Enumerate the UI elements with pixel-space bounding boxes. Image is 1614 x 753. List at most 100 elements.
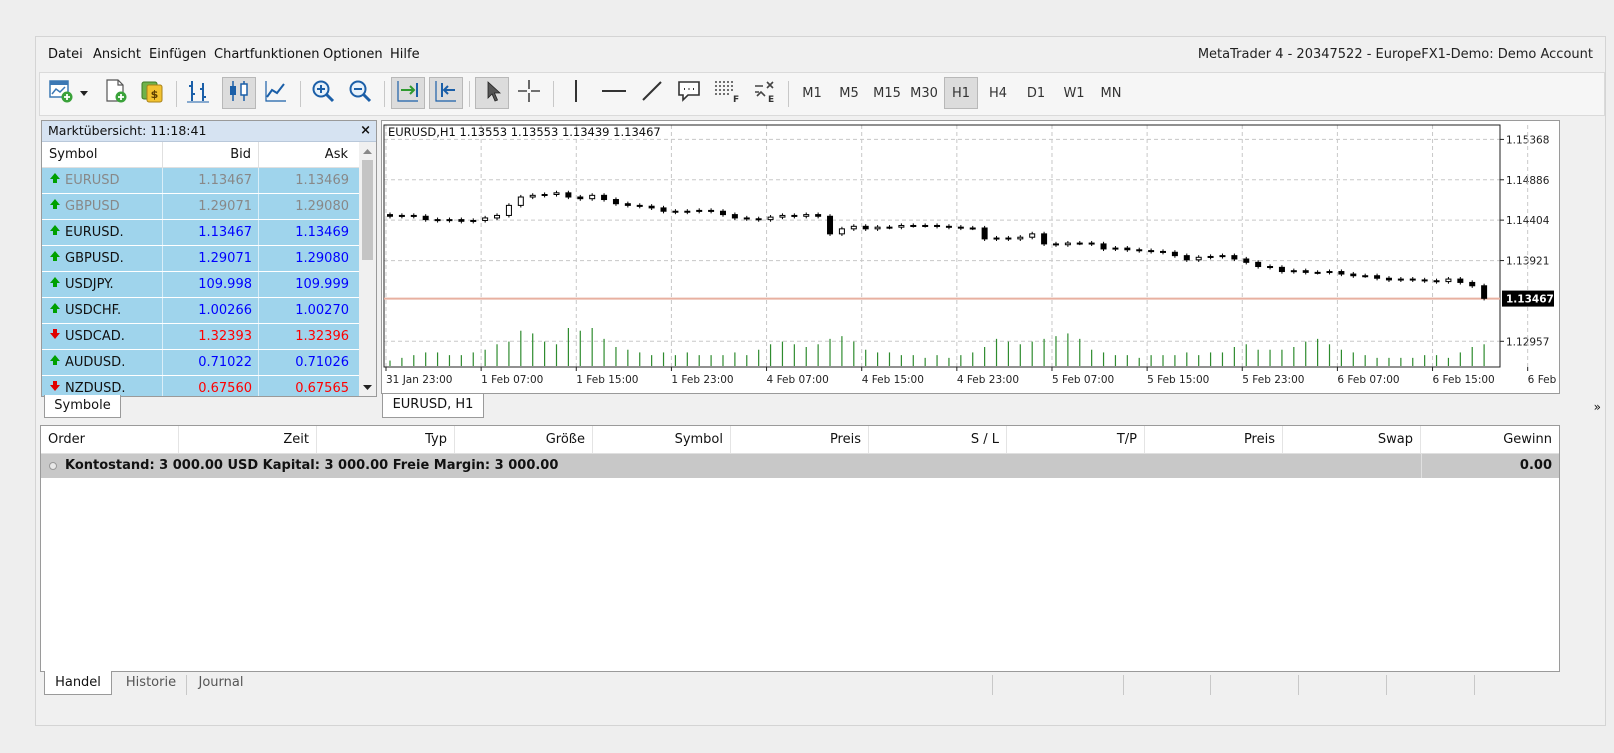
period-m5[interactable]: M5 [833,77,865,109]
col-tp[interactable]: T/P [1007,426,1145,453]
market-watch-row[interactable]: GBPUSD. 1.29071 1.29080 [42,246,376,272]
chart-window[interactable]: 1.15368 1.14886 1.14404 1.13921 1.12957 31 Ja… [381,120,1590,394]
candle [1064,242,1071,246]
menu-hilfe[interactable]: Hilfe [390,47,420,62]
auto-scroll-button[interactable] [391,77,425,109]
candle [827,215,834,235]
tab-symbole[interactable]: Symbole [44,395,121,418]
zoom-in-button[interactable] [308,77,338,109]
crosshair-button[interactable] [513,77,545,109]
symbol-cell: EURUSD. [42,220,163,245]
x-tick-label: 1 Feb 07:00 [481,374,543,386]
col-swap[interactable]: Swap [1283,426,1421,453]
menu-datei[interactable]: Datei [48,47,83,62]
trendline-button[interactable] [637,77,667,109]
period-h1[interactable]: H1 [944,77,978,109]
market-watch-row[interactable]: AUDUSD. 0.71022 0.71026 [42,350,376,376]
new-order-button[interactable] [101,77,131,109]
symbol-cell: AUDUSD. [42,350,163,375]
period-h4[interactable]: H4 [982,77,1014,109]
balance-row[interactable]: Kontostand: 3 000.00 USD Kapital: 3 000.… [41,454,1559,478]
candle [850,225,857,230]
vertical-line-icon [563,78,589,108]
candle [1171,251,1178,257]
more-tabs-icon[interactable]: » [1594,400,1601,414]
scroll-thumb[interactable] [362,160,373,260]
price-chart[interactable]: 1.153681.148861.144041.139211.1295731 Ja… [382,121,1590,393]
arrow-up-icon [49,350,61,375]
elliott-button[interactable]: E [749,77,779,109]
period-mn[interactable]: MN [1094,77,1128,109]
symbol-name: USDCAD. [65,329,125,344]
market-watch-button[interactable]: $ [137,77,167,109]
column-bid[interactable]: Bid [163,142,259,167]
menu-ansicht[interactable]: Ansicht [93,47,141,62]
column-symbol[interactable]: Symbol [42,142,163,167]
line-chart-button[interactable] [261,77,291,109]
new-chart-button[interactable] [46,77,76,109]
bar-chart-button[interactable] [183,77,213,109]
col-symbol[interactable]: Symbol [593,426,731,453]
toolbar: $ F E M1 M5 M15 M30 H1 H4 D1 W1 MN [39,72,1605,116]
scroll-down-icon[interactable] [359,380,376,394]
chart-shift-button[interactable] [429,77,463,109]
candlestick-button[interactable] [222,77,256,109]
candle [910,224,917,227]
menu-optionen[interactable]: Optionen [323,47,383,62]
market-watch-row[interactable]: NZDUSD. 0.67560 0.67565 [42,376,376,396]
market-watch-row[interactable]: GBPUSD 1.29071 1.29080 [42,194,376,220]
balance-profit: 0.00 [1421,454,1559,478]
tab-handel[interactable]: Handel [44,671,112,695]
candle [1088,242,1095,245]
candle [1278,266,1285,273]
tab-historie[interactable]: Historie [116,671,186,694]
menu-einfuegen[interactable]: Einfügen [149,47,206,62]
market-watch-row[interactable]: EURUSD. 1.13467 1.13469 [42,220,376,246]
tab-eurusd-h1[interactable]: EURUSD, H1 [382,394,484,418]
scroll-up-icon[interactable] [359,144,376,158]
candle [1302,270,1309,273]
bid-cell: 1.00266 [163,298,259,323]
vertical-line-button[interactable] [562,77,590,109]
text-label-button[interactable] [674,77,704,109]
candle [553,192,560,196]
tab-journal[interactable]: Journal [190,671,252,694]
fibonacci-button[interactable]: F [711,77,741,109]
close-icon[interactable]: × [360,121,371,141]
col-preis[interactable]: Preis [731,426,869,453]
col-gewinn[interactable]: Gewinn [1421,426,1559,453]
market-watch-row[interactable]: USDCHF. 1.00266 1.00270 [42,298,376,324]
x-tick-label: 1 Feb 15:00 [576,374,638,386]
x-tick-label: 4 Feb 15:00 [862,374,924,386]
candle [922,224,929,227]
ask-cell: 0.71026 [295,355,349,370]
col-zeit[interactable]: Zeit [179,426,317,453]
symbol-cell: NZDUSD. [42,376,163,396]
market-watch-scrollbar[interactable] [359,142,376,396]
col-sl[interactable]: S / L [869,426,1007,453]
horizontal-line-button[interactable] [598,77,630,109]
menu-chartfunktionen[interactable]: Chartfunktionen [214,47,319,62]
col-order[interactable]: Order [41,426,179,453]
zoom-out-button[interactable] [345,77,375,109]
new-chart-dropdown[interactable] [77,77,91,109]
cursor-button[interactable] [475,77,509,109]
market-watch-row[interactable]: USDJPY. 109.998 109.999 [42,272,376,298]
x-tick-label: 6 Feb 07:00 [1337,374,1399,386]
cursor-icon [479,78,505,108]
column-ask[interactable]: Ask [259,142,355,167]
col-groesse[interactable]: Größe [455,426,593,453]
period-m1[interactable]: M1 [796,77,828,109]
candle [482,217,489,221]
col-typ[interactable]: Typ [317,426,455,453]
period-d1[interactable]: D1 [1020,77,1052,109]
svg-text:$: $ [151,88,159,101]
market-watch-row[interactable]: EURUSD 1.13467 1.13469 [42,168,376,194]
period-w1[interactable]: W1 [1058,77,1090,109]
period-m30[interactable]: M30 [906,77,942,109]
market-watch-row[interactable]: USDCAD. 1.32393 1.32396 [42,324,376,350]
candle [1017,236,1024,240]
col-preis-current[interactable]: Preis [1145,426,1283,453]
period-m15[interactable]: M15 [869,77,905,109]
arrow-up-icon [49,272,61,297]
